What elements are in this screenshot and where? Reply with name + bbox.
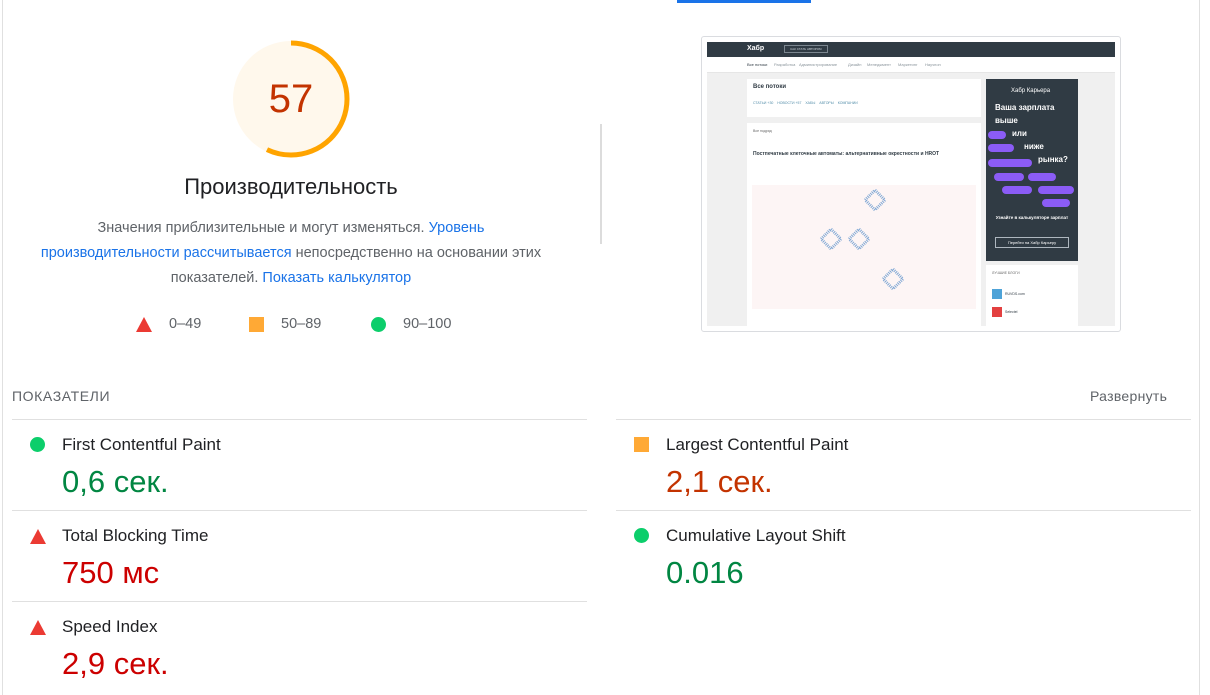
panel-left-border — [2, 0, 3, 695]
green-circle-icon — [371, 316, 386, 332]
thumb-nav-item: Администрирование — [799, 62, 838, 67]
thumb-logo: Хабр — [747, 45, 765, 52]
metric-first-contentful-paint: First Contentful Paint 0,6 сек. — [12, 420, 572, 510]
legend-label: 90–100 — [403, 316, 452, 332]
thumb-nav-item: Разработка — [774, 62, 796, 67]
metric-speed-index: Speed Index 2,9 сек. — [12, 602, 572, 692]
metric-label: Speed Index — [62, 617, 158, 636]
metric-largest-contentful-paint: Largest Contentful Paint 2,1 сек. — [616, 420, 1176, 510]
legend-average: 50–89 — [249, 314, 321, 334]
thumb-nav-item: Менеджмент — [867, 62, 891, 67]
metric-label: Largest Contentful Paint — [666, 435, 849, 454]
section-divider — [600, 124, 602, 244]
legend-good: 90–100 — [371, 314, 451, 334]
expand-toggle[interactable]: Развернуть — [1090, 388, 1167, 404]
thumb-filter: Все подряд — [753, 129, 772, 133]
thumb-ad-button: Перейти на Хабр Карьеру — [995, 237, 1069, 248]
legend-label: 50–89 — [281, 316, 322, 332]
green-circle-icon — [30, 437, 45, 452]
score-description: Значения приблизительные и могут изменят… — [40, 216, 542, 291]
thumb-nav: Все потоки Разработка Администрирование … — [707, 57, 1115, 73]
thumb-nav-item: Маркетинг — [898, 62, 918, 67]
show-calculator-link[interactable]: Показать калькулятор — [262, 270, 411, 286]
thumb-article-image — [752, 185, 976, 309]
orange-square-icon — [634, 437, 649, 452]
legend-poor: 0–49 — [136, 314, 201, 334]
thumb-nav-item: Научпоп — [925, 62, 941, 67]
thumb-ad-line: ниже — [1024, 142, 1044, 151]
metric-label: Cumulative Layout Shift — [666, 526, 846, 545]
metrics-heading: ПОКАЗАТЕЛИ — [12, 388, 111, 404]
red-triangle-icon — [30, 620, 46, 635]
metric-value: 2,9 сек. — [62, 646, 169, 681]
green-circle-icon — [634, 528, 649, 543]
thumb-ad-line: или — [1012, 129, 1027, 138]
thumb-career-ad: Хабр Карьера Ваша зарплата выше или ниже… — [986, 79, 1078, 261]
active-tab-indicator — [677, 0, 811, 3]
thumb-blog: Selectel — [1005, 310, 1018, 314]
description-text-1: Значения приблизительные и могут изменят… — [97, 220, 429, 236]
score-title: Производительность — [184, 174, 398, 199]
page-screenshot-thumbnail[interactable]: Хабр КАК СТАТЬ АВТОРОМ Все потоки Разраб… — [701, 36, 1121, 332]
thumb-ad-line: рынка? — [1038, 155, 1068, 164]
thumb-tabs: СТАТЬИ +30 НОВОСТИ +57 ХАБЫ АВТОРЫ КОМПА… — [753, 101, 858, 105]
thumb-body: Все потоки СТАТЬИ +30 НОВОСТИ +57 ХАБЫ А… — [707, 73, 1115, 326]
panel-right-border — [1199, 0, 1200, 695]
thumb-ad-line: выше — [995, 116, 1018, 125]
thumb-best-blogs: ЛУЧШИЕ БЛОГИ RUVDS.com Selectel — [986, 265, 1078, 326]
red-triangle-icon — [136, 316, 152, 332]
metric-total-blocking-time: Total Blocking Time 750 мс — [12, 511, 572, 601]
thumb-article-title: Постпечатные клеточные автоматы: альтерн… — [753, 151, 940, 157]
metric-label: Total Blocking Time — [62, 526, 209, 545]
thumb-pill: КАК СТАТЬ АВТОРОМ — [784, 45, 828, 53]
thumb-tab: АВТОРЫ — [819, 101, 834, 105]
metric-value: 0,6 сек. — [62, 464, 169, 499]
red-triangle-icon — [30, 529, 46, 544]
thumb-tab: КОМПАНИИ — [837, 101, 858, 105]
legend-label: 0–49 — [169, 316, 202, 332]
thumb-tab: НОВОСТИ +57 — [777, 101, 802, 105]
thumb-ad-line: Ваша зарплата — [995, 103, 1055, 112]
thumb-feed-header: Все потоки СТАТЬИ +30 НОВОСТИ +57 ХАБЫ А… — [747, 79, 981, 117]
thumb-nav-item: Дизайн — [848, 62, 862, 67]
thumb-ad-cta: Узнайте в калькуляторе зарплат — [995, 215, 1069, 220]
thumb-ad-brand: Хабр Карьера — [1011, 88, 1051, 94]
metric-value: 2,1 сек. — [666, 464, 773, 499]
score-value: 57 — [268, 76, 314, 121]
thumb-header: Хабр КАК СТАТЬ АВТОРОМ — [707, 42, 1115, 57]
thumb-tab: СТАТЬИ +30 — [753, 101, 774, 105]
orange-square-icon — [249, 316, 264, 332]
thumb-heading: Все потоки — [753, 84, 787, 90]
metric-value: 0.016 — [666, 555, 744, 590]
metric-cumulative-layout-shift: Cumulative Layout Shift 0.016 — [616, 511, 1176, 601]
metric-value: 750 мс — [62, 555, 160, 590]
thumb-blog: RUVDS.com — [1005, 292, 1025, 296]
thumb-nav-item: Все потоки — [747, 62, 768, 67]
metric-label: First Contentful Paint — [62, 435, 221, 454]
thumb-article-card: Все подряд Постпечатные клеточные автома… — [747, 123, 981, 326]
thumb-blogs-heading: ЛУЧШИЕ БЛОГИ — [992, 271, 1020, 275]
thumb-tab: ХАБЫ — [805, 101, 816, 105]
